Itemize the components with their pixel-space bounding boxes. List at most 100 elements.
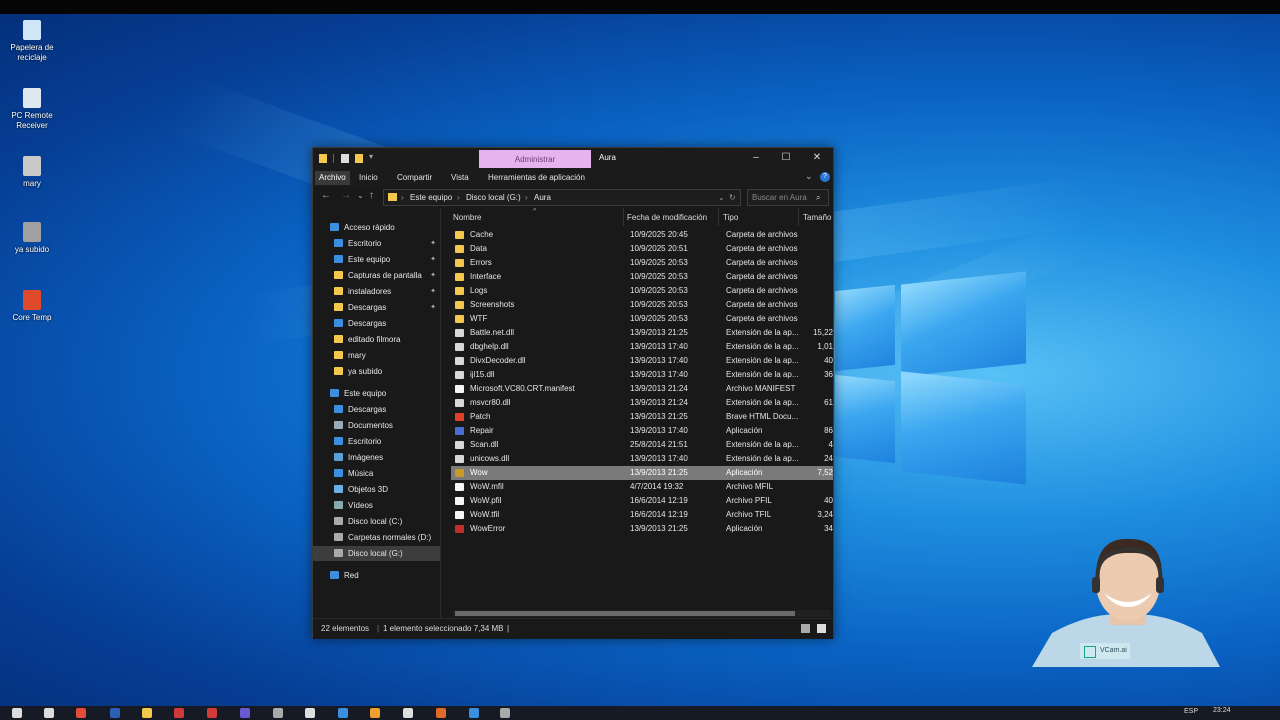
table-row[interactable]: ijl15.dll 13/9/2013 17:40 Extensión de la … [451, 368, 833, 382]
search-icon[interactable] [44, 708, 54, 718]
details-view-icon[interactable] [801, 624, 810, 633]
windows-icon[interactable] [12, 708, 22, 718]
explorer-icon[interactable] [142, 708, 152, 718]
app-icon[interactable] [174, 708, 184, 718]
app-icon[interactable] [403, 708, 413, 718]
column-tipo[interactable]: Tipo [723, 211, 738, 225]
nav-item[interactable]: Red [313, 568, 440, 583]
tab-compartir[interactable]: Compartir [393, 171, 436, 185]
nav-item[interactable]: Objetos 3D [313, 482, 440, 497]
table-row[interactable]: Interface 10/9/2025 20:53 Carpeta de archi… [451, 270, 833, 284]
table-row[interactable]: Microsoft.VC80.CRT.manifest 13/9/2013 21:… [451, 382, 833, 396]
pin-icon[interactable]: ✦ [430, 252, 436, 267]
desktop-shortcut[interactable]: Core Temp [2, 290, 62, 323]
taskbar[interactable]: ESP 23:24 [0, 706, 1280, 720]
desktop-shortcut[interactable]: PC Remote Receiver [2, 88, 62, 131]
nav-item[interactable]: Escritorio ✦ [313, 236, 440, 251]
search-input[interactable]: Buscar en Aura ⌕ [747, 189, 829, 206]
table-row[interactable]: dbghelp.dll 13/9/2013 17:40 Extensión de l… [451, 340, 833, 354]
forward-arrow-icon[interactable]: → [341, 190, 351, 201]
table-row[interactable]: WoW.mfil 4/7/2014 19:32 Archivo MFIL [451, 480, 833, 494]
table-row[interactable]: WoW.pfil 16/6/2014 12:19 Archivo PFIL 40 [451, 494, 833, 508]
nav-item[interactable]: mary [313, 348, 440, 363]
nav-item[interactable]: Imágenes [313, 450, 440, 465]
nav-item[interactable]: Disco local (C:) [313, 514, 440, 529]
column-nombre[interactable]: Nombre [453, 211, 481, 225]
large-icons-view-icon[interactable] [817, 624, 826, 633]
nav-item[interactable]: Capturas de pantalla ✦ [313, 268, 440, 283]
app-icon[interactable] [240, 708, 250, 718]
pin-icon[interactable]: ✦ [430, 284, 436, 299]
chevron-down-icon[interactable]: ▾ [369, 152, 375, 161]
table-row[interactable]: Battle.net.dll 13/9/2013 21:25 Extensión d… [451, 326, 833, 340]
table-row[interactable]: WoW.tfil 16/6/2014 12:19 Archivo TFIL 3,24 [451, 508, 833, 522]
chrome-icon[interactable] [76, 708, 86, 718]
file-explorer-window[interactable]: ▾ Administrar Aura – ☐ ✕ Archivo Inicio … [312, 147, 834, 639]
nav-item[interactable]: instaladores ✦ [313, 284, 440, 299]
table-row[interactable]: Scan.dll 25/8/2014 21:51 Extensión de la a… [451, 438, 833, 452]
nav-item[interactable]: Música [313, 466, 440, 481]
app-icon[interactable] [273, 708, 283, 718]
input-language[interactable]: ESP [1184, 708, 1198, 715]
app-icon[interactable] [469, 708, 479, 718]
recent-locations-icon[interactable]: ⌄ [357, 191, 364, 200]
nav-item[interactable]: Vídeos [313, 498, 440, 513]
new-folder-icon[interactable] [355, 154, 363, 163]
up-arrow-icon[interactable]: ↑ [369, 190, 374, 201]
column-tamano[interactable]: Tamaño [803, 211, 831, 225]
nav-item[interactable]: Descargas [313, 402, 440, 417]
nav-item[interactable]: Carpetas normales (D:) [313, 530, 440, 545]
pin-icon[interactable]: ✦ [430, 268, 436, 283]
minimize-button[interactable]: – [741, 148, 771, 168]
tab-vista[interactable]: Vista [447, 171, 473, 185]
close-button[interactable]: ✕ [802, 148, 832, 168]
app-icon[interactable] [436, 708, 446, 718]
maximize-button[interactable]: ☐ [771, 148, 801, 168]
scrollbar-thumb[interactable] [455, 611, 795, 616]
breadcrumb-aura[interactable]: Aura [534, 190, 551, 205]
nav-item[interactable]: ya subido [313, 364, 440, 379]
table-row[interactable]: Repair 13/9/2013 17:40 Aplicación 86 [451, 424, 833, 438]
address-field[interactable]: › Este equipo › Disco local (G:) › Aura … [383, 189, 741, 206]
table-row[interactable]: Cache 10/9/2025 20:45 Carpeta de archivos [451, 228, 833, 242]
app-icon[interactable] [207, 708, 217, 718]
nav-item[interactable]: Escritorio [313, 434, 440, 449]
table-row[interactable]: DivxDecoder.dll 13/9/2013 17:40 Extensión … [451, 354, 833, 368]
breadcrumb-disco-local-g[interactable]: Disco local (G:) [466, 190, 521, 205]
file-list[interactable]: Nombre ^ Fecha de modificación Tipo Tama… [441, 208, 833, 618]
nav-item[interactable]: Descargas [313, 316, 440, 331]
column-fecha-de-modificacion[interactable]: Fecha de modificación [627, 211, 707, 225]
table-row[interactable]: Screenshots 10/9/2025 20:53 Carpeta de arc… [451, 298, 833, 312]
pin-icon[interactable]: ✦ [430, 236, 436, 251]
nav-item[interactable]: Documentos [313, 418, 440, 433]
title-bar[interactable]: ▾ Administrar Aura – ☐ ✕ [313, 148, 833, 168]
nav-item[interactable]: Este equipo [313, 386, 440, 401]
app-icon[interactable] [305, 708, 315, 718]
nav-item[interactable]: Acceso rápido [313, 220, 440, 235]
table-row[interactable]: Errors 10/9/2025 20:53 Carpeta de archivos [451, 256, 833, 270]
table-row[interactable]: Data 10/9/2025 20:51 Carpeta de archivos [451, 242, 833, 256]
navigation-pane[interactable]: Acceso rápido Escritorio ✦ Este equipo ✦ Capt… [313, 208, 441, 618]
help-icon[interactable]: ? [820, 172, 830, 182]
expand-ribbon-icon[interactable]: ⌄ [805, 171, 813, 182]
tab-herramientas-de-aplicacion[interactable]: Herramientas de aplicación [484, 171, 589, 185]
table-row[interactable]: WowError 13/9/2013 21:25 Aplicación 34 [451, 522, 833, 536]
tab-inicio[interactable]: Inicio [355, 171, 382, 185]
desktop-shortcut[interactable]: mary [2, 156, 62, 189]
desktop-shortcut[interactable]: Papelera de reciclaje [2, 20, 62, 63]
nav-item[interactable]: Este equipo ✦ [313, 252, 440, 267]
refresh-icon[interactable]: ↻ [729, 190, 736, 205]
nav-item[interactable]: Disco local (G:) [313, 546, 440, 561]
back-arrow-icon[interactable]: ← [321, 190, 331, 201]
table-row[interactable]: WTF 10/9/2025 20:53 Carpeta de archivos [451, 312, 833, 326]
tab-archivo[interactable]: Archivo [315, 171, 350, 185]
table-row[interactable]: Logs 10/9/2025 20:53 Carpeta de archivos [451, 284, 833, 298]
table-row[interactable]: unicows.dll 13/9/2013 17:40 Extensión de l… [451, 452, 833, 466]
app-icon[interactable] [500, 708, 510, 718]
horizontal-scrollbar[interactable] [453, 610, 831, 617]
clock[interactable]: 23:24 [1213, 707, 1231, 714]
table-row[interactable]: Wow 13/9/2013 21:25 Aplicación 7,52 [451, 466, 833, 480]
manage-contextual-tab[interactable]: Administrar [479, 150, 591, 168]
word-icon[interactable] [110, 708, 120, 718]
app-icon[interactable] [338, 708, 348, 718]
